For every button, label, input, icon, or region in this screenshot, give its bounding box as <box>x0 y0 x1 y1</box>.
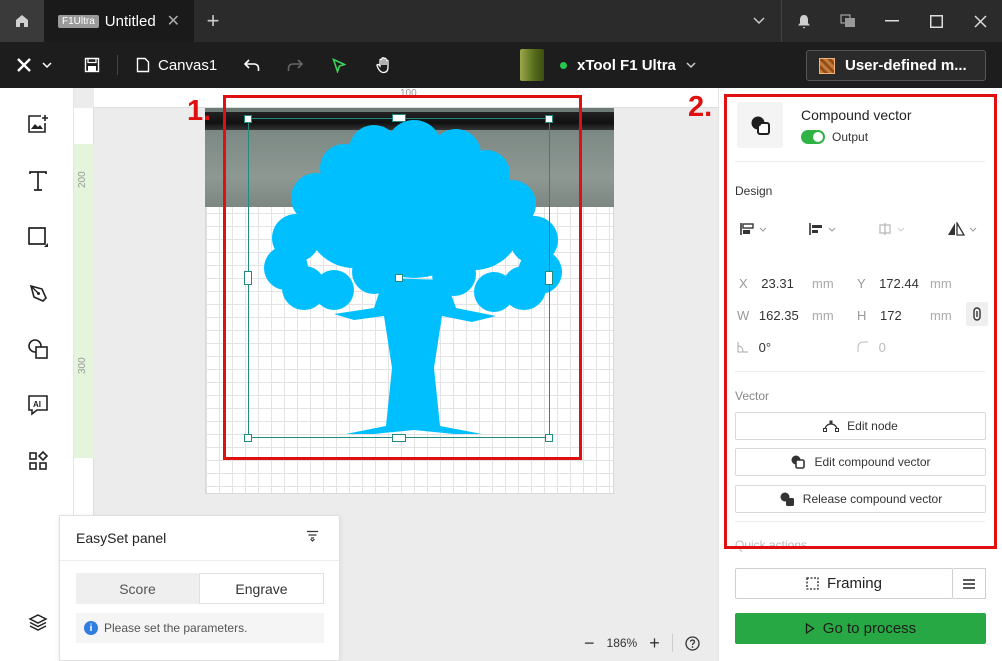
rectangle-icon <box>28 227 48 247</box>
tab-score[interactable]: Score <box>76 573 199 604</box>
select-tool-button[interactable] <box>332 42 346 88</box>
windows-icon[interactable] <box>826 0 870 42</box>
home-button[interactable] <box>0 0 44 42</box>
layers-button[interactable] <box>22 606 54 638</box>
menu-icon <box>963 578 975 589</box>
easyset-tabs: Score Engrave <box>76 573 324 604</box>
xtool-logo-icon <box>17 58 52 72</box>
hand-icon <box>376 57 389 74</box>
svg-text:AI: AI <box>33 400 41 409</box>
document-icon <box>136 57 150 73</box>
pen-icon <box>29 284 47 302</box>
go-to-process-label: Go to process <box>822 620 917 637</box>
zoom-in-button[interactable]: + <box>649 633 660 654</box>
document-tab[interactable]: F1Ultra Untitled ✕ <box>44 0 194 42</box>
image-tool-button[interactable] <box>22 108 54 140</box>
material-selector[interactable]: User-defined m... <box>806 50 986 81</box>
chevron-down-icon[interactable] <box>737 0 781 42</box>
easyset-title: EasySet panel <box>76 530 167 546</box>
framing-label: Framing <box>826 575 882 592</box>
easyset-panel: EasySet panel Score Engrave i Please set… <box>59 515 340 661</box>
annotation-label-1: 1. <box>187 95 212 127</box>
ruler-highlight <box>74 144 94 458</box>
device-selector[interactable]: xTool F1 Ultra <box>520 42 696 88</box>
framing-menu-button[interactable] <box>953 568 986 599</box>
play-icon <box>805 623 815 634</box>
annotation-box-2 <box>724 94 997 549</box>
canvas-name: Canvas1 <box>158 56 218 74</box>
device-badge: F1Ultra <box>58 14 99 28</box>
sort-icon[interactable] <box>306 530 319 545</box>
text-tool-button[interactable] <box>22 165 54 197</box>
framing-button[interactable]: Framing <box>735 568 953 599</box>
help-icon[interactable] <box>685 635 700 651</box>
pen-tool-button[interactable] <box>22 277 54 309</box>
app-menu-button[interactable] <box>16 42 52 88</box>
easyset-info: i Please set the parameters. <box>76 613 324 643</box>
material-label: User-defined m... <box>845 57 967 74</box>
zoom-controls: − 186% + <box>584 628 700 658</box>
material-swatch-icon <box>819 57 835 74</box>
info-message: Please set the parameters. <box>104 621 248 635</box>
image-icon <box>28 115 48 133</box>
main-toolbar: Canvas1 xTool F1 Ultra User-defined m... <box>0 42 1002 88</box>
minimize-icon[interactable] <box>870 0 914 42</box>
layers-icon <box>28 614 48 631</box>
device-name: xTool F1 Ultra <box>577 56 676 74</box>
new-tab-button[interactable]: + <box>200 0 226 42</box>
tab-title: Untitled <box>104 12 156 30</box>
apps-button[interactable] <box>22 445 54 477</box>
title-bar: F1Ultra Untitled ✕ + <box>0 0 1002 42</box>
zoom-level: 186% <box>606 636 638 650</box>
connection-status-dot <box>560 61 567 69</box>
zoom-out-button[interactable]: − <box>584 633 595 654</box>
tab-engrave[interactable]: Engrave <box>199 573 324 604</box>
shapes-icon <box>28 339 48 359</box>
ai-icon: AI <box>28 395 48 416</box>
text-icon <box>29 171 47 191</box>
go-to-process-button[interactable]: Go to process <box>735 613 986 644</box>
info-icon: i <box>84 621 98 635</box>
annotation-box-1 <box>223 95 582 460</box>
canvas-selector[interactable]: Canvas1 <box>136 42 217 88</box>
chevron-down-icon <box>686 61 696 68</box>
ai-tool-button[interactable]: AI <box>22 389 54 421</box>
shapes-library-button[interactable] <box>22 333 54 365</box>
undo-button[interactable] <box>243 42 260 88</box>
redo-icon <box>287 59 304 71</box>
home-icon <box>16 15 28 27</box>
ruler-mark: 200 <box>77 171 88 188</box>
maximize-icon[interactable] <box>914 0 958 42</box>
shape-tool-button[interactable] <box>22 221 54 253</box>
device-image <box>520 49 544 81</box>
close-tab-icon[interactable]: ✕ <box>167 11 180 31</box>
save-button[interactable] <box>84 42 100 88</box>
framing-icon <box>806 577 819 590</box>
cursor-icon <box>332 57 346 73</box>
annotation-label-2: 2. <box>688 91 713 123</box>
hand-tool-button[interactable] <box>376 42 393 88</box>
save-icon <box>84 57 100 73</box>
redo-button[interactable] <box>287 42 304 88</box>
apps-icon <box>29 451 48 470</box>
undo-icon <box>243 59 260 71</box>
ruler-mark: 300 <box>77 357 88 374</box>
bell-icon[interactable] <box>782 0 826 42</box>
close-window-icon[interactable] <box>958 0 1002 42</box>
